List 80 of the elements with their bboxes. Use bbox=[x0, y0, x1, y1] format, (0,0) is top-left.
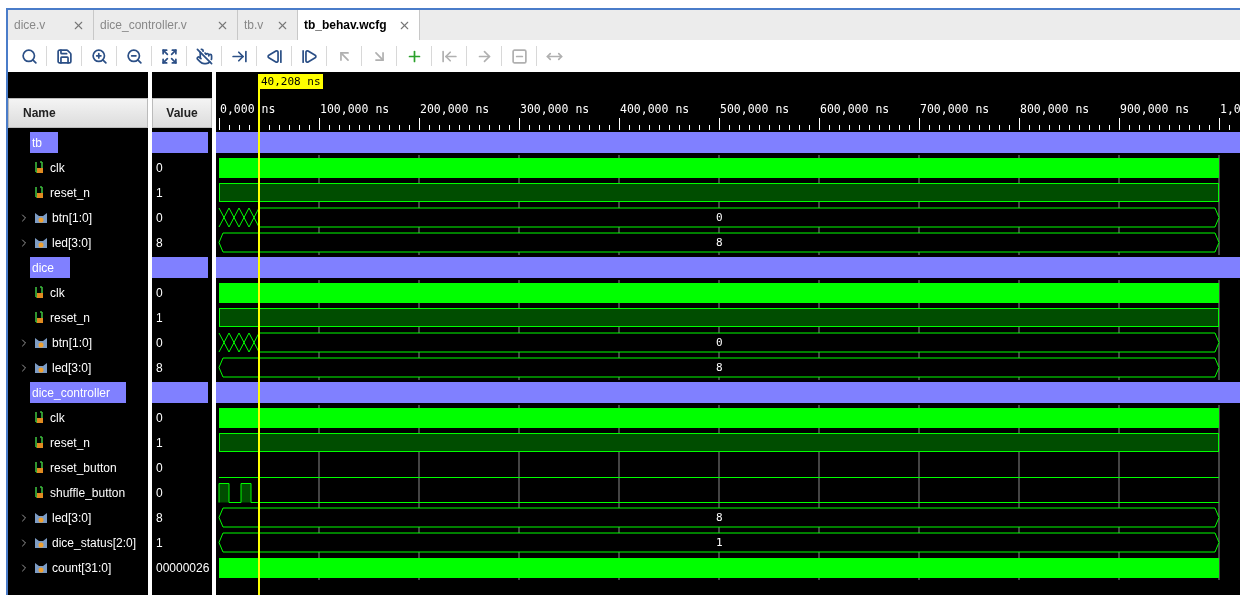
group-value-bar bbox=[152, 132, 208, 153]
signal-value: 8 bbox=[156, 360, 163, 375]
bus-value: 8 bbox=[716, 361, 723, 374]
signal-value: 0 bbox=[156, 160, 163, 175]
signal-name[interactable]: btn[1:0] bbox=[52, 210, 93, 225]
ruler-label: 500,000 ns bbox=[720, 102, 790, 116]
toggling-waveform bbox=[218, 207, 260, 228]
toggling-waveform bbox=[218, 332, 260, 353]
signal-value: 1 bbox=[156, 435, 163, 450]
expand-icon bbox=[160, 47, 178, 65]
signal-name[interactable]: clk bbox=[50, 285, 65, 300]
step-back-icon bbox=[265, 47, 283, 65]
step-forward-icon bbox=[300, 47, 318, 65]
signal-icon bbox=[34, 311, 46, 324]
ruler-label: 300,000 ns bbox=[520, 102, 590, 116]
bus-value: 0 bbox=[716, 211, 723, 224]
signal-value: 1 bbox=[156, 185, 163, 200]
signal-value: 8 bbox=[156, 235, 163, 250]
cursor-time-label: 40,208 ns bbox=[259, 74, 323, 89]
signal-value: 0 bbox=[156, 335, 163, 350]
pointer-off-icon bbox=[195, 47, 213, 65]
ruler-label: 800,000 ns bbox=[1020, 102, 1090, 116]
bus-value: 1 bbox=[716, 536, 723, 549]
signal-icon bbox=[34, 461, 46, 474]
editor-tab[interactable]: tb_behav.wcfg bbox=[298, 10, 420, 40]
signal-value: 0 bbox=[156, 210, 163, 225]
signal-value: 0 bbox=[156, 485, 163, 500]
signal-icon bbox=[34, 411, 46, 424]
signal-name[interactable]: led[3:0] bbox=[52, 235, 92, 250]
bus-signal-icon bbox=[34, 336, 48, 349]
bus-value: 8 bbox=[716, 236, 723, 249]
ruler-label: 1,0 bbox=[1220, 102, 1240, 116]
name-column-header[interactable]: Name bbox=[8, 98, 148, 128]
bus-value: 0 bbox=[716, 336, 723, 349]
bus-signal-icon bbox=[34, 236, 48, 249]
signal-name[interactable]: reset_n bbox=[50, 310, 91, 325]
signal-icon bbox=[34, 436, 46, 449]
signal-name[interactable]: led[3:0] bbox=[52, 360, 92, 375]
ruler-label: 0,000 ns bbox=[220, 102, 276, 116]
group-value-bar bbox=[152, 257, 208, 278]
bus-value: 8 bbox=[716, 511, 723, 524]
signal-icon bbox=[34, 161, 46, 174]
signal-icon bbox=[34, 486, 46, 499]
signal-name[interactable]: count[31:0] bbox=[52, 560, 112, 575]
signal-value: 8 bbox=[156, 510, 163, 525]
signal-name[interactable]: btn[1:0] bbox=[52, 335, 93, 350]
bus-signal-icon bbox=[34, 561, 48, 574]
signal-value: 1 bbox=[156, 535, 163, 550]
signal-name[interactable]: reset_button bbox=[50, 460, 117, 475]
zoom-in-icon bbox=[90, 47, 108, 65]
signal-name[interactable]: reset_n bbox=[50, 435, 91, 450]
save-icon bbox=[55, 47, 73, 65]
value-column-header[interactable]: Value bbox=[152, 98, 212, 128]
ruler-label: 100,000 ns bbox=[320, 102, 390, 116]
ruler-label: 600,000 ns bbox=[820, 102, 890, 116]
ruler-label: 700,000 ns bbox=[920, 102, 990, 116]
bus-signal-icon bbox=[34, 361, 48, 374]
signal-icon bbox=[34, 286, 46, 299]
group-value-bar bbox=[152, 382, 208, 403]
signal-value: 0 bbox=[156, 410, 163, 425]
square-minus-icon bbox=[510, 47, 528, 65]
ruler-label: 400,000 ns bbox=[620, 102, 690, 116]
ruler-label: 900,000 ns bbox=[1120, 102, 1190, 116]
signal-icon bbox=[34, 186, 46, 199]
zoom-out-icon bbox=[125, 47, 143, 65]
signal-name[interactable]: led[3:0] bbox=[52, 510, 92, 525]
signal-name[interactable]: dice_status[2:0] bbox=[52, 535, 137, 550]
signal-name[interactable]: clk bbox=[50, 410, 65, 425]
bus-signal-icon bbox=[34, 511, 48, 524]
signal-value: 1 bbox=[156, 310, 163, 325]
bus-signal-icon bbox=[34, 536, 48, 549]
ruler-label: 200,000 ns bbox=[420, 102, 490, 116]
signal-name[interactable]: reset_n bbox=[50, 185, 91, 200]
search-icon bbox=[20, 47, 38, 65]
signal-value: 0 bbox=[156, 285, 163, 300]
signal-value: 0 bbox=[156, 460, 163, 475]
bus-signal-icon bbox=[34, 211, 48, 224]
signal-name[interactable]: shuffle_button bbox=[50, 485, 126, 500]
signal-value: 00000026 bbox=[156, 560, 210, 575]
signal-name[interactable]: clk bbox=[50, 160, 65, 175]
